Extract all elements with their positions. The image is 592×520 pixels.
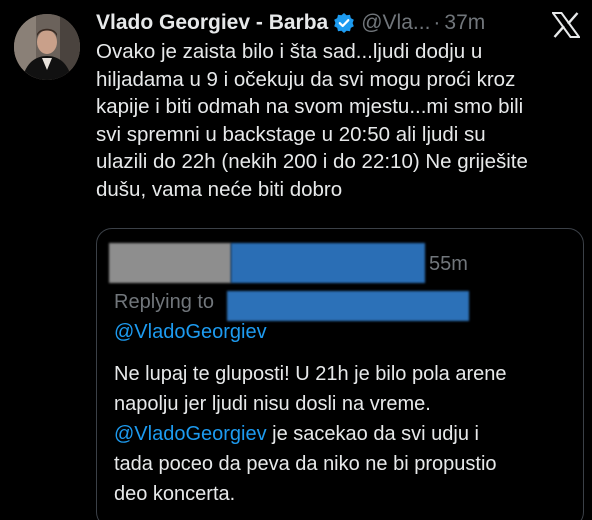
quoted-text-fragment: je sacekao da svi udju i bbox=[266, 423, 479, 445]
tweet-timestamp[interactable]: 37m bbox=[444, 11, 485, 35]
quoted-tweet-timestamp[interactable]: 55m bbox=[429, 253, 468, 276]
redacted-author-name bbox=[109, 243, 231, 283]
verified-badge-icon bbox=[333, 12, 355, 34]
tweet-text-line: ulazili do 22h (nekih 200 i do 22:10) Ne… bbox=[96, 150, 528, 173]
tweet-text: Ovako je zaista bilo i šta sad...ljudi d… bbox=[96, 38, 580, 203]
redacted-author-handle bbox=[231, 243, 425, 283]
tweet-text-line: kapije i biti odmah na svom mjestu...mi … bbox=[96, 95, 524, 118]
author-handle[interactable]: @Vla... bbox=[361, 11, 430, 35]
replying-to-label: Replying to bbox=[114, 291, 215, 313]
mention-link[interactable]: @VladoGeorgiev bbox=[114, 423, 267, 445]
separator-dot: · bbox=[433, 11, 441, 34]
author-display-name[interactable]: Vlado Georgiev - Barba bbox=[96, 11, 328, 35]
avatar-photo bbox=[14, 14, 80, 80]
tweet-text-line: svi spremni u backstage u 20:50 ali ljud… bbox=[96, 122, 486, 146]
tweet-header: Vlado Georgiev - Barba @Vla... · 37m bbox=[96, 8, 485, 38]
replying-to-mention-link[interactable]: @VladoGeorgiev bbox=[114, 321, 267, 344]
quoted-text-line: @VladoGeorgiev je sacekao da svi udju i bbox=[114, 419, 506, 449]
quoted-text-line: Ne lupaj te gluposti! U 21h je bilo pola… bbox=[114, 363, 507, 385]
quoted-text-line: napolju jer ljudi nisu dosli na vreme. bbox=[114, 393, 431, 415]
author-avatar[interactable] bbox=[14, 14, 80, 80]
quoted-tweet-card[interactable]: 55m Replying to @VladoGeorgiev Ne lupaj … bbox=[96, 228, 584, 520]
tweet-text-line: hiljadama u 9 i očekuju da svi mogu proć… bbox=[96, 67, 516, 91]
quoted-text-line: deo koncerta. bbox=[114, 483, 236, 505]
x-logo-icon[interactable] bbox=[551, 12, 581, 38]
quoted-tweet-text: Ne lupaj te gluposti! U 21h je bilo pola… bbox=[114, 359, 506, 509]
tweet-text-line: dušu, vama neće biti dobro bbox=[96, 177, 343, 201]
redacted-replying-handle bbox=[227, 291, 469, 321]
quoted-text-line: tada poceo da peva da niko ne bi propust… bbox=[114, 453, 497, 475]
tweet-text-line: Ovako je zaista bilo i šta sad...ljudi d… bbox=[96, 40, 483, 63]
